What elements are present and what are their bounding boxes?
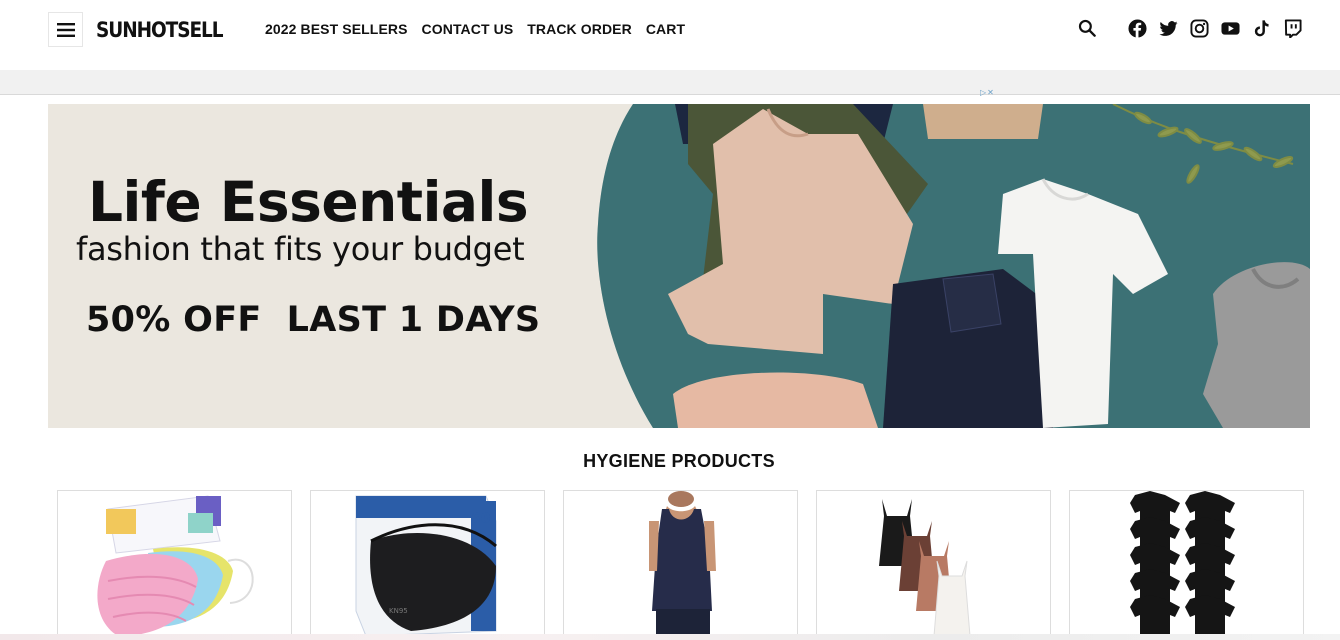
- box-count-label: 60: [471, 511, 491, 527]
- mask-label: KN95: [389, 607, 408, 615]
- face-masks-image: [97, 495, 254, 636]
- ad-bar: ▷✕: [0, 70, 1340, 97]
- product-card-face-masks[interactable]: [57, 490, 292, 640]
- product-card-tank-top[interactable]: [563, 490, 798, 640]
- tank-top-image: [649, 491, 716, 639]
- menu-icon: [56, 22, 75, 37]
- black-tshirts-image: [1130, 491, 1235, 639]
- search-icon[interactable]: [1077, 17, 1097, 39]
- nav-link-track-order[interactable]: TRACK ORDER: [527, 21, 632, 37]
- icon-spacer: [1108, 17, 1116, 39]
- banner-subtitle: fashion that fits your budget: [76, 230, 525, 268]
- youtube-icon[interactable]: [1220, 17, 1240, 39]
- instagram-icon[interactable]: [1189, 17, 1209, 39]
- section-heading: HYGIENE PRODUCTS: [583, 451, 775, 471]
- bottom-strip: [0, 634, 1340, 640]
- main-nav: 2022 BEST SELLERS CONTACT US TRACK ORDER…: [265, 21, 685, 37]
- product-card-kn95-masks[interactable]: 60 KN95: [310, 490, 545, 640]
- header-icons: [1077, 17, 1302, 39]
- banner-promo: 50% OFF LAST 1 DAYS: [86, 300, 541, 340]
- product-card-black-tshirts[interactable]: [1069, 490, 1304, 640]
- nav-link-cart[interactable]: CART: [646, 21, 685, 37]
- twitter-icon[interactable]: [1158, 17, 1178, 39]
- hamburger-menu-button[interactable]: [48, 12, 83, 47]
- clothing-flatlay-image: [597, 104, 1310, 428]
- nav-link-contact-us[interactable]: CONTACT US: [422, 21, 514, 37]
- tiktok-icon[interactable]: [1251, 17, 1271, 39]
- hero-banner[interactable]: Life Essentials fashion that fits your b…: [48, 104, 1310, 428]
- site-logo[interactable]: SUNHOTSELL: [96, 18, 224, 42]
- twitch-icon[interactable]: [1282, 17, 1302, 39]
- product-grid: 60 KN95: [57, 490, 1304, 640]
- facebook-icon[interactable]: [1127, 17, 1147, 39]
- kn95-masks-image: 60 KN95: [355, 495, 497, 637]
- site-header: SUNHOTSELL 2022 BEST SELLERS CONTACT US …: [0, 0, 1340, 70]
- banner-title: Life Essentials: [88, 170, 529, 234]
- camisoles-image: [879, 499, 971, 637]
- banner-text: Life Essentials fashion that fits your b…: [48, 104, 608, 428]
- nav-link-best-sellers[interactable]: 2022 BEST SELLERS: [265, 21, 408, 37]
- product-card-camisoles[interactable]: [816, 490, 1051, 640]
- adchoices-icon[interactable]: ▷✕: [980, 88, 995, 97]
